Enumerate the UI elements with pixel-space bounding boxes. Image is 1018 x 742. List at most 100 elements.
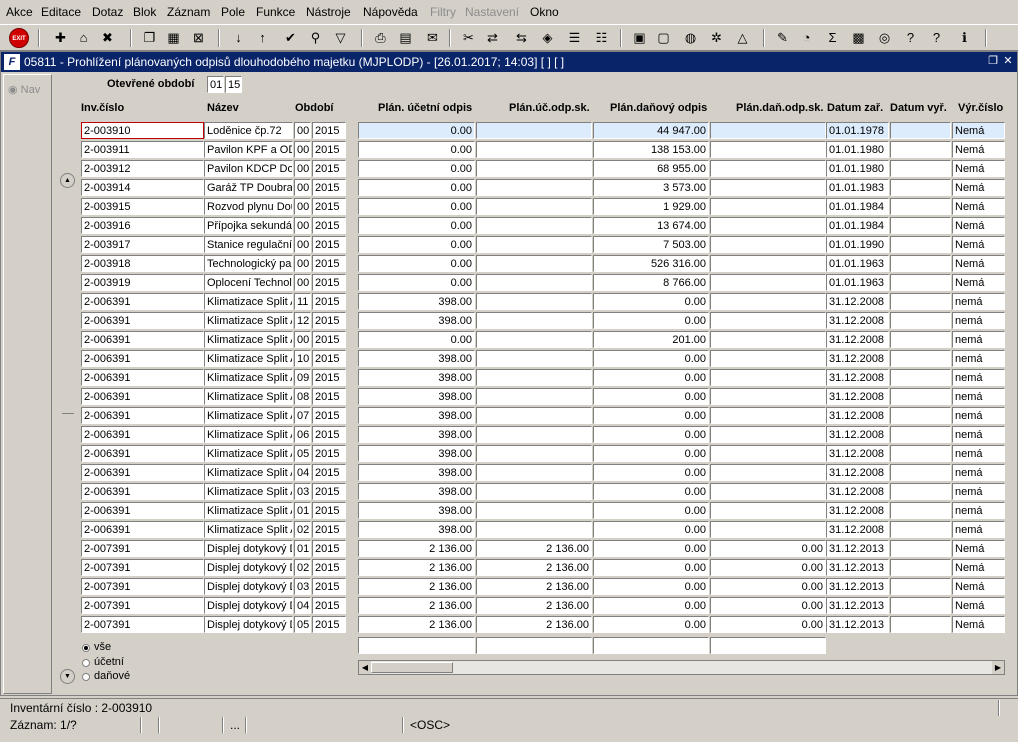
cell-vyr[interactable] xyxy=(890,198,951,215)
cell-mm[interactable]: 00 xyxy=(294,274,311,291)
cell-zar[interactable]: 01.01.1963 xyxy=(826,274,889,291)
menu-item-11[interactable]: Okno xyxy=(530,5,559,19)
cell-cislo[interactable]: nemá xyxy=(952,369,1005,386)
cell-name[interactable]: Klimatizace Split A xyxy=(204,388,293,405)
cell-dan_sk[interactable] xyxy=(710,388,826,405)
cell-uc_sk[interactable] xyxy=(476,312,592,329)
cell-inv[interactable]: 2-006391 xyxy=(81,445,204,462)
vertical-scrollbar[interactable]: ▲ ▼ xyxy=(60,173,76,684)
copy-icon[interactable]: ❐ xyxy=(140,28,159,47)
restore-icon[interactable]: ❐ xyxy=(986,54,1000,68)
cell-inv[interactable]: 2-003915 xyxy=(81,198,204,215)
cell-mm[interactable]: 00 xyxy=(294,160,311,177)
cell-name[interactable]: Klimatizace Split A xyxy=(204,350,293,367)
cell-zar[interactable]: 01.01.1983 xyxy=(826,179,889,196)
cell-yy[interactable]: 2015 xyxy=(312,483,346,500)
mail-icon[interactable]: ✉ xyxy=(423,28,442,47)
cell-name[interactable]: Klimatizace Split A xyxy=(204,483,293,500)
cell-name[interactable]: Displej dotykový D xyxy=(204,597,293,614)
cell-vyr[interactable] xyxy=(890,464,951,481)
cell-uc_sk[interactable] xyxy=(476,502,592,519)
paste-icon[interactable]: ▦ xyxy=(164,28,183,47)
cell-yy[interactable]: 2015 xyxy=(312,369,346,386)
cell-ucet[interactable]: 398.00 xyxy=(358,464,475,481)
cell-mm[interactable]: 00 xyxy=(294,122,311,139)
cell-name[interactable]: Klimatizace Split A xyxy=(204,426,293,443)
cell-name[interactable]: Displej dotykový D xyxy=(204,540,293,557)
cell-name[interactable]: Klimatizace Split A xyxy=(204,407,293,424)
cell-ucet[interactable]: 398.00 xyxy=(358,369,475,386)
menu-item-4[interactable]: Záznam xyxy=(167,5,210,19)
horizontal-scrollbar[interactable]: ◀ ▶ xyxy=(358,660,1005,675)
column-header-inv[interactable]: Inv.číslo xyxy=(81,102,124,114)
cell-cislo[interactable]: nemá xyxy=(952,483,1005,500)
cell-yy[interactable]: 2015 xyxy=(312,350,346,367)
cell-uc_sk[interactable] xyxy=(476,198,592,215)
column-header-vyr_cislo[interactable]: Výr.číslo xyxy=(958,102,1003,114)
cell-vyr[interactable] xyxy=(890,426,951,443)
cell-name[interactable]: Klimatizace Split A xyxy=(204,502,293,519)
cell-ucet[interactable]: 0.00 xyxy=(358,274,475,291)
menu-item-1[interactable]: Editace xyxy=(41,5,81,19)
cell-uc_sk[interactable] xyxy=(476,369,592,386)
cell-inv[interactable]: 2-006391 xyxy=(81,331,204,348)
cell-vyr[interactable] xyxy=(890,255,951,272)
cell-dan[interactable]: 0.00 xyxy=(593,388,709,405)
cell-yy[interactable]: 2015 xyxy=(312,236,346,253)
cell-zar[interactable]: 01.01.1990 xyxy=(826,236,889,253)
menu-item-5[interactable]: Pole xyxy=(221,5,245,19)
scroll-left-icon[interactable]: ◀ xyxy=(359,661,371,674)
cell-ucet[interactable]: 0.00 xyxy=(358,160,475,177)
cut-icon[interactable]: ✂ xyxy=(459,28,478,47)
column-header-plan_dan[interactable]: Plán.daňový odpis xyxy=(610,102,707,114)
cell-zar[interactable]: 01.01.1978 xyxy=(826,122,889,139)
cell-inv[interactable]: 2-006391 xyxy=(81,426,204,443)
cell-dan[interactable]: 0.00 xyxy=(593,369,709,386)
cell-vyr[interactable] xyxy=(890,236,951,253)
cell-name[interactable]: Klimatizace Split A xyxy=(204,464,293,481)
cell-ucet[interactable]: 398.00 xyxy=(358,521,475,538)
cell-name[interactable]: Pavilon KDCP Dou xyxy=(204,160,293,177)
cell-inv[interactable]: 2-006391 xyxy=(81,350,204,367)
cell-yy[interactable]: 2015 xyxy=(312,141,346,158)
cell-cislo[interactable]: nemá xyxy=(952,521,1005,538)
cell-cislo[interactable]: Nemá xyxy=(952,179,1005,196)
cell-cislo[interactable]: nemá xyxy=(952,350,1005,367)
tree-icon[interactable]: ☷ xyxy=(592,28,611,47)
cell-uc_sk[interactable] xyxy=(476,141,592,158)
cell-vyr[interactable] xyxy=(890,407,951,424)
cell-uc_sk[interactable]: 2 136.00 xyxy=(476,559,592,576)
cell-zar[interactable]: 31.12.2008 xyxy=(826,464,889,481)
cell-yy[interactable]: 2015 xyxy=(312,445,346,462)
cell-vyr[interactable] xyxy=(890,293,951,310)
cell-cislo[interactable]: nemá xyxy=(952,293,1005,310)
cell-mm[interactable]: 00 xyxy=(294,236,311,253)
cell-dan[interactable]: 0.00 xyxy=(593,293,709,310)
exit-button[interactable]: EXIT xyxy=(9,28,29,48)
cell-yy[interactable]: 2015 xyxy=(312,160,346,177)
help-icon[interactable]: ? xyxy=(901,28,920,47)
cell-dan[interactable]: 0.00 xyxy=(593,350,709,367)
cell-name[interactable]: Klimatizace Split A xyxy=(204,445,293,462)
cell-cislo[interactable]: Nemá xyxy=(952,540,1005,557)
cell-uc_sk[interactable] xyxy=(476,464,592,481)
cell-mm[interactable]: 07 xyxy=(294,407,311,424)
cell-name[interactable]: Rozvod plynu Dou xyxy=(204,198,293,215)
cell-cislo[interactable]: nemá xyxy=(952,445,1005,462)
search-icon[interactable]: ⚲ xyxy=(306,28,325,47)
horizontal-scroll-thumb[interactable] xyxy=(371,662,453,673)
cell-yy[interactable]: 2015 xyxy=(312,255,346,272)
cell-dan_sk[interactable] xyxy=(710,407,826,424)
cell-ucet[interactable]: 398.00 xyxy=(358,445,475,462)
cell-yy[interactable]: 2015 xyxy=(312,426,346,443)
cell-inv[interactable]: 2-006391 xyxy=(81,521,204,538)
menu-item-6[interactable]: Funkce xyxy=(256,5,295,19)
cell-inv[interactable]: 2-003912 xyxy=(81,160,204,177)
cell-zar[interactable]: 31.12.2013 xyxy=(826,559,889,576)
cell-vyr[interactable] xyxy=(890,483,951,500)
menu-item-10[interactable]: Nastavení xyxy=(465,5,519,19)
cell-dan_sk[interactable]: 0.00 xyxy=(710,616,826,633)
filter-icon[interactable]: ▽ xyxy=(331,28,350,47)
cell-mm[interactable]: 11 xyxy=(294,293,311,310)
cell-yy[interactable]: 2015 xyxy=(312,179,346,196)
